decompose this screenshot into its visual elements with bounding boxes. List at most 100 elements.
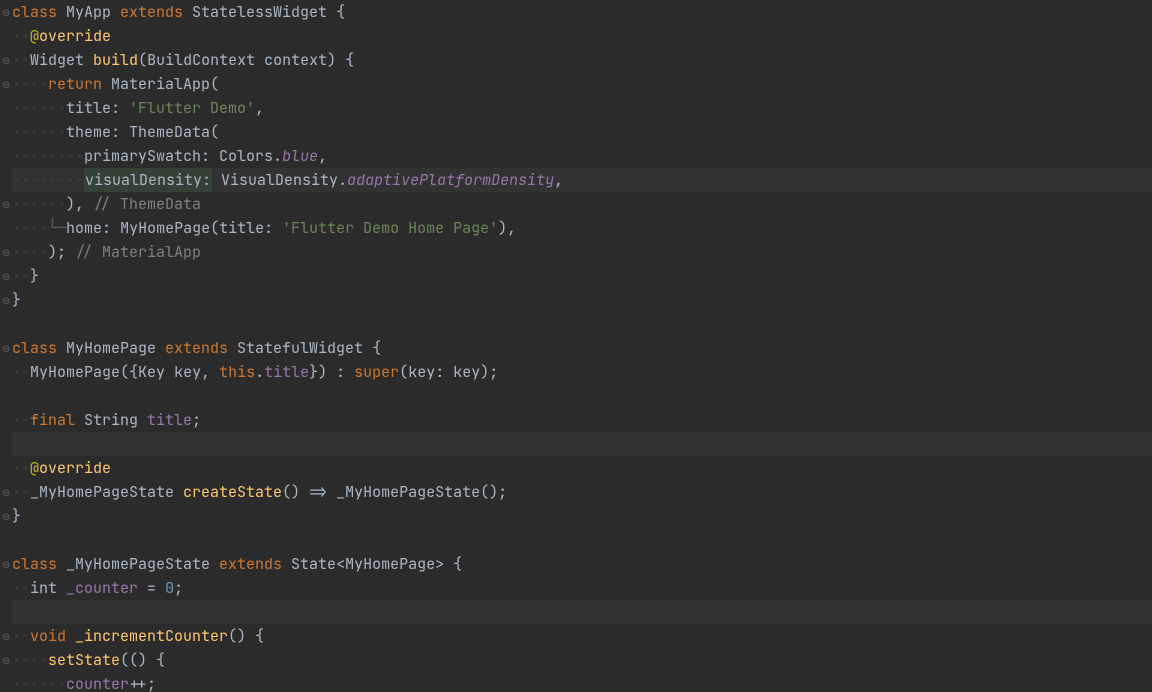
gutter-fold-mark[interactable]: ⊖: [0, 240, 12, 264]
gutter-fold-mark[interactable]: [0, 672, 12, 692]
token-pun: =: [138, 576, 165, 600]
token-com: // ThemeData: [93, 192, 201, 216]
gutter-fold-mark[interactable]: [0, 432, 12, 456]
token-pun: }: [12, 504, 21, 528]
gutter-fold-mark[interactable]: [0, 576, 12, 600]
token-cls: State: [291, 552, 336, 576]
gutter-fold-mark[interactable]: [0, 312, 12, 336]
code-line[interactable]: ······counter++;: [12, 672, 1152, 692]
whitespace: ······: [12, 96, 66, 120]
code-line[interactable]: ··int _counter = 0;: [12, 576, 1152, 600]
code-line[interactable]: [12, 384, 1152, 408]
gutter-fold-mark[interactable]: [0, 24, 12, 48]
gutter-fold-mark[interactable]: ⊖: [0, 624, 12, 648]
code-line[interactable]: ··Widget build(BuildContext context) {: [12, 48, 1152, 72]
token-pun: (: [138, 48, 147, 72]
code-line[interactable]: class MyApp extends StatelessWidget {: [12, 0, 1152, 24]
fold-gutter[interactable]: ⊖⊖⊖⊖⊖⊖⊖⊖⊖⊖⊖⊖⊖: [0, 0, 12, 692]
code-line[interactable]: ······), // ThemeData: [12, 192, 1152, 216]
gutter-fold-mark[interactable]: [0, 456, 12, 480]
whitespace: ··: [12, 576, 30, 600]
token-cls: _MyHomePageState: [30, 480, 183, 504]
token-param: context: [264, 48, 327, 72]
gutter-fold-mark[interactable]: ⊖: [0, 264, 12, 288]
code-line[interactable]: ········primarySwatch: Colors.blue,: [12, 144, 1152, 168]
code-line[interactable]: ····setState(() {: [12, 648, 1152, 672]
gutter-fold-mark[interactable]: [0, 408, 12, 432]
code-line[interactable]: }: [12, 288, 1152, 312]
code-line[interactable]: ··@override: [12, 24, 1152, 48]
code-line[interactable]: ··_MyHomePageState createState() => _MyH…: [12, 480, 1152, 504]
code-line[interactable]: ··MyHomePage({Key key, this.title}) : su…: [12, 360, 1152, 384]
code-line[interactable]: ··}: [12, 264, 1152, 288]
token-fn: createState: [183, 480, 282, 504]
code-line[interactable]: [12, 432, 1152, 456]
token-param: key: [453, 360, 480, 384]
token-pun: ,: [201, 360, 219, 384]
token-fn: _incrementCounter: [75, 624, 228, 648]
token-kw: class: [12, 552, 66, 576]
token-num: 0: [165, 576, 174, 600]
code-line[interactable]: ··@override: [12, 456, 1152, 480]
gutter-fold-mark[interactable]: [0, 528, 12, 552]
code-line[interactable]: class _MyHomePageState extends State<MyH…: [12, 552, 1152, 576]
code-line[interactable]: ··final String title;: [12, 408, 1152, 432]
gutter-fold-mark[interactable]: ⊖: [0, 0, 12, 24]
token-kw: class: [12, 0, 66, 24]
gutter-fold-mark[interactable]: ⊖: [0, 288, 12, 312]
token-cls: VisualDensity: [221, 168, 338, 192]
code-line[interactable]: [12, 528, 1152, 552]
gutter-fold-mark[interactable]: [0, 96, 12, 120]
token-kw: final: [30, 408, 84, 432]
token-kw: extends: [165, 336, 237, 360]
code-area[interactable]: class MyApp extends StatelessWidget {··@…: [12, 0, 1152, 692]
token-pun: (: [210, 120, 219, 144]
gutter-fold-mark[interactable]: ⊖: [0, 480, 12, 504]
gutter-fold-mark[interactable]: ⊖: [0, 48, 12, 72]
code-line[interactable]: ····); // MaterialApp: [12, 240, 1152, 264]
gutter-fold-mark[interactable]: ⊖: [0, 192, 12, 216]
token-pun: <: [336, 552, 345, 576]
gutter-fold-mark[interactable]: ⊖: [0, 504, 12, 528]
token-anno: @: [30, 24, 39, 48]
gutter-fold-mark[interactable]: [0, 216, 12, 240]
gutter-fold-mark[interactable]: [0, 600, 12, 624]
gutter-fold-mark[interactable]: ⊖: [0, 72, 12, 96]
gutter-fold-mark[interactable]: ⊖: [0, 336, 12, 360]
code-line[interactable]: [12, 600, 1152, 624]
gutter-fold-mark[interactable]: [0, 144, 12, 168]
token-pun: ;: [192, 408, 201, 432]
gutter-fold-mark[interactable]: [0, 168, 12, 192]
token-pun: ,: [255, 96, 264, 120]
token-field: title: [264, 360, 309, 384]
code-line[interactable]: ··void _incrementCounter() {: [12, 624, 1152, 648]
code-line[interactable]: ······theme: ThemeData(: [12, 120, 1152, 144]
token-kw: super: [354, 360, 399, 384]
gutter-fold-mark[interactable]: [0, 360, 12, 384]
token-cls: ThemeData: [129, 120, 210, 144]
token-cls: _MyHomePageState: [336, 480, 480, 504]
code-line[interactable]: class MyHomePage extends StatefulWidget …: [12, 336, 1152, 360]
token-pun: .: [255, 360, 264, 384]
token-pun: ,: [554, 168, 563, 192]
code-line[interactable]: [12, 312, 1152, 336]
gutter-fold-mark[interactable]: ⊖: [0, 648, 12, 672]
gutter-fold-mark[interactable]: [0, 384, 12, 408]
gutter-fold-mark[interactable]: [0, 120, 12, 144]
code-line[interactable]: ······title: 'Flutter Demo',: [12, 96, 1152, 120]
code-line[interactable]: ····└─home: MyHomePage(title: 'Flutter D…: [12, 216, 1152, 240]
whitespace: ········: [12, 168, 84, 192]
token-kw: extends: [120, 0, 192, 24]
gutter-fold-mark[interactable]: ⊖: [0, 552, 12, 576]
code-line[interactable]: }: [12, 504, 1152, 528]
token-pun: (() {: [120, 648, 165, 672]
code-line[interactable]: ····return MaterialApp(: [12, 72, 1152, 96]
token-str: 'Flutter Demo Home Page': [282, 216, 498, 240]
token-pun: (: [210, 216, 219, 240]
code-editor[interactable]: ⊖⊖⊖⊖⊖⊖⊖⊖⊖⊖⊖⊖⊖ class MyApp extends Statel…: [0, 0, 1152, 692]
whitespace: ······: [12, 120, 66, 144]
code-line[interactable]: ········visualDensity: VisualDensity.ada…: [12, 168, 1152, 192]
whitespace: ····: [12, 72, 48, 96]
whitespace: ··: [12, 48, 30, 72]
token-pun: ;: [174, 576, 183, 600]
